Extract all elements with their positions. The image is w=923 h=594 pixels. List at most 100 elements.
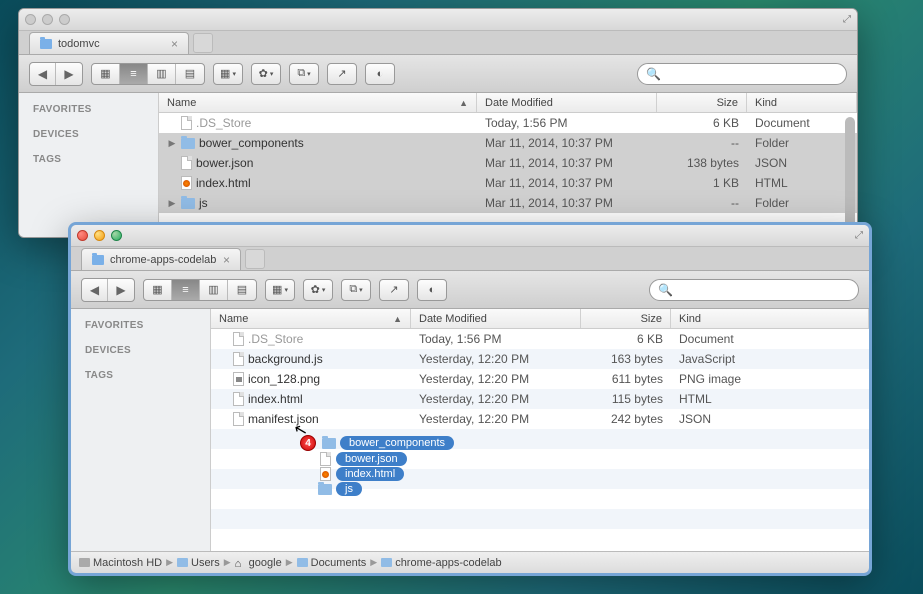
close-button[interactable]	[77, 230, 88, 241]
back-button[interactable]: ◀	[30, 63, 56, 85]
file-kind: Document	[747, 116, 857, 130]
coverflow-view-button[interactable]: ▤	[228, 280, 256, 300]
col-kind[interactable]: Kind	[671, 309, 869, 328]
sidebar-devices[interactable]: DEVICES	[71, 342, 210, 359]
search-field[interactable]: 🔍	[649, 279, 859, 301]
new-tab-button[interactable]	[193, 33, 213, 53]
minimize-button[interactable]	[94, 230, 105, 241]
zoom-button[interactable]	[111, 230, 122, 241]
file-name: index.html	[248, 392, 303, 406]
file-kind: Document	[671, 332, 869, 346]
table-row[interactable]: icon_128.pngYesterday, 12:20 PM611 bytes…	[211, 369, 869, 389]
icon-view-button[interactable]: ▦	[144, 280, 172, 300]
path-segment[interactable]: Macintosh HD	[79, 557, 162, 569]
drag-ghost: 4 bower_components bower.json index.html…	[300, 435, 454, 497]
document-icon	[181, 156, 192, 170]
minimize-button[interactable]	[42, 14, 53, 25]
tags-button[interactable]: ◐	[417, 279, 447, 301]
search-input[interactable]	[665, 68, 838, 80]
search-input[interactable]	[677, 284, 850, 296]
table-row[interactable]: background.jsYesterday, 12:20 PM163 byte…	[211, 349, 869, 369]
action-button[interactable]: ✿▾	[251, 63, 281, 85]
col-name[interactable]: Name▲	[211, 309, 411, 328]
file-date: Yesterday, 12:20 PM	[411, 352, 581, 366]
share-button[interactable]: ↗	[379, 279, 409, 301]
fullscreen-icon[interactable]: ⤢	[843, 14, 851, 25]
table-row[interactable]: manifest.jsonYesterday, 12:20 PM242 byte…	[211, 409, 869, 429]
col-size[interactable]: Size	[581, 309, 671, 328]
zoom-button[interactable]	[59, 14, 70, 25]
arrange-button[interactable]: ▦▾	[213, 63, 243, 85]
column-headers: Name▲ Date Modified Size Kind	[159, 93, 857, 113]
file-date: Yesterday, 12:20 PM	[411, 372, 581, 386]
nav-buttons: ◀ ▶	[81, 278, 135, 302]
search-icon: 🔍	[646, 67, 661, 81]
new-tab-button[interactable]	[245, 249, 265, 269]
titlebar[interactable]: ⤢	[71, 225, 869, 247]
png-icon	[233, 372, 244, 386]
close-button[interactable]	[25, 14, 36, 25]
share-button[interactable]: ↗	[327, 63, 357, 85]
col-date[interactable]: Date Modified	[411, 309, 581, 328]
column-view-button[interactable]: ▥	[200, 280, 228, 300]
search-field[interactable]: 🔍	[637, 63, 847, 85]
path-separator-icon: ▶	[166, 557, 173, 568]
document-icon	[233, 352, 244, 366]
path-segment[interactable]: Users	[177, 557, 220, 569]
file-size: 611 bytes	[581, 372, 671, 386]
sidebar-devices[interactable]: DEVICES	[19, 126, 158, 143]
tab-chrome-apps[interactable]: chrome-apps-codelab ×	[81, 248, 241, 270]
col-size[interactable]: Size	[657, 93, 747, 112]
file-kind: Folder	[747, 136, 857, 150]
sidebar-favorites[interactable]: FAVORITES	[19, 101, 158, 118]
sidebar-tags[interactable]: TAGS	[19, 151, 158, 168]
col-date[interactable]: Date Modified	[477, 93, 657, 112]
path-segment[interactable]: chrome-apps-codelab	[381, 557, 501, 569]
file-date: Mar 11, 2014, 10:37 PM	[477, 156, 657, 170]
col-name[interactable]: Name▲	[159, 93, 477, 112]
file-list[interactable]: Name▲ Date Modified Size Kind .DS_StoreT…	[211, 309, 869, 551]
search-icon: 🔍	[658, 283, 673, 297]
path-segment[interactable]: ⌂google	[235, 557, 282, 569]
forward-button[interactable]: ▶	[108, 279, 134, 301]
table-row[interactable]: index.htmlYesterday, 12:20 PM115 bytesHT…	[211, 389, 869, 409]
html-icon	[181, 176, 192, 190]
path-label: google	[249, 557, 282, 569]
back-button[interactable]: ◀	[82, 279, 108, 301]
document-icon	[181, 116, 192, 130]
table-row[interactable]: ▶jsMar 11, 2014, 10:37 PM--Folder	[159, 193, 857, 213]
tab-close-icon[interactable]: ×	[171, 37, 178, 51]
table-row[interactable]: index.htmlMar 11, 2014, 10:37 PM1 KBHTML	[159, 173, 857, 193]
table-row[interactable]: .DS_StoreToday, 1:56 PM6 KBDocument	[159, 113, 857, 133]
folder-icon	[40, 39, 52, 49]
table-row[interactable]: bower.jsonMar 11, 2014, 10:37 PM138 byte…	[159, 153, 857, 173]
arrange-button[interactable]: ▦▾	[265, 279, 295, 301]
tags-button[interactable]: ◐	[365, 63, 395, 85]
tab-close-icon[interactable]: ×	[223, 253, 230, 267]
disclosure-icon[interactable]: ▶	[167, 138, 177, 149]
icon-view-button[interactable]: ▦	[92, 64, 120, 84]
sidebar-tags[interactable]: TAGS	[71, 367, 210, 384]
titlebar[interactable]: ⤢	[19, 9, 857, 31]
table-row[interactable]: ▶bower_componentsMar 11, 2014, 10:37 PM-…	[159, 133, 857, 153]
table-row[interactable]: .DS_StoreToday, 1:56 PM6 KBDocument	[211, 329, 869, 349]
folder-icon	[381, 558, 392, 567]
scrollbar[interactable]	[845, 117, 855, 237]
dropbox-button[interactable]: ⧉▾	[289, 63, 319, 85]
fullscreen-icon[interactable]: ⤢	[855, 230, 863, 241]
path-segment[interactable]: Documents	[297, 557, 367, 569]
sidebar-favorites[interactable]: FAVORITES	[71, 317, 210, 334]
list-view-button[interactable]: ≡	[172, 280, 200, 300]
disclosure-icon[interactable]: ▶	[167, 198, 177, 209]
action-button[interactable]: ✿▾	[303, 279, 333, 301]
dropbox-button[interactable]: ⧉▾	[341, 279, 371, 301]
path-label: chrome-apps-codelab	[395, 557, 501, 569]
col-kind[interactable]: Kind	[747, 93, 857, 112]
file-date: Mar 11, 2014, 10:37 PM	[477, 176, 657, 190]
column-view-button[interactable]: ▥	[148, 64, 176, 84]
coverflow-view-button[interactable]: ▤	[176, 64, 204, 84]
tab-todomvc[interactable]: todomvc ×	[29, 32, 189, 54]
forward-button[interactable]: ▶	[56, 63, 82, 85]
tab-label: chrome-apps-codelab	[110, 254, 216, 266]
list-view-button[interactable]: ≡	[120, 64, 148, 84]
